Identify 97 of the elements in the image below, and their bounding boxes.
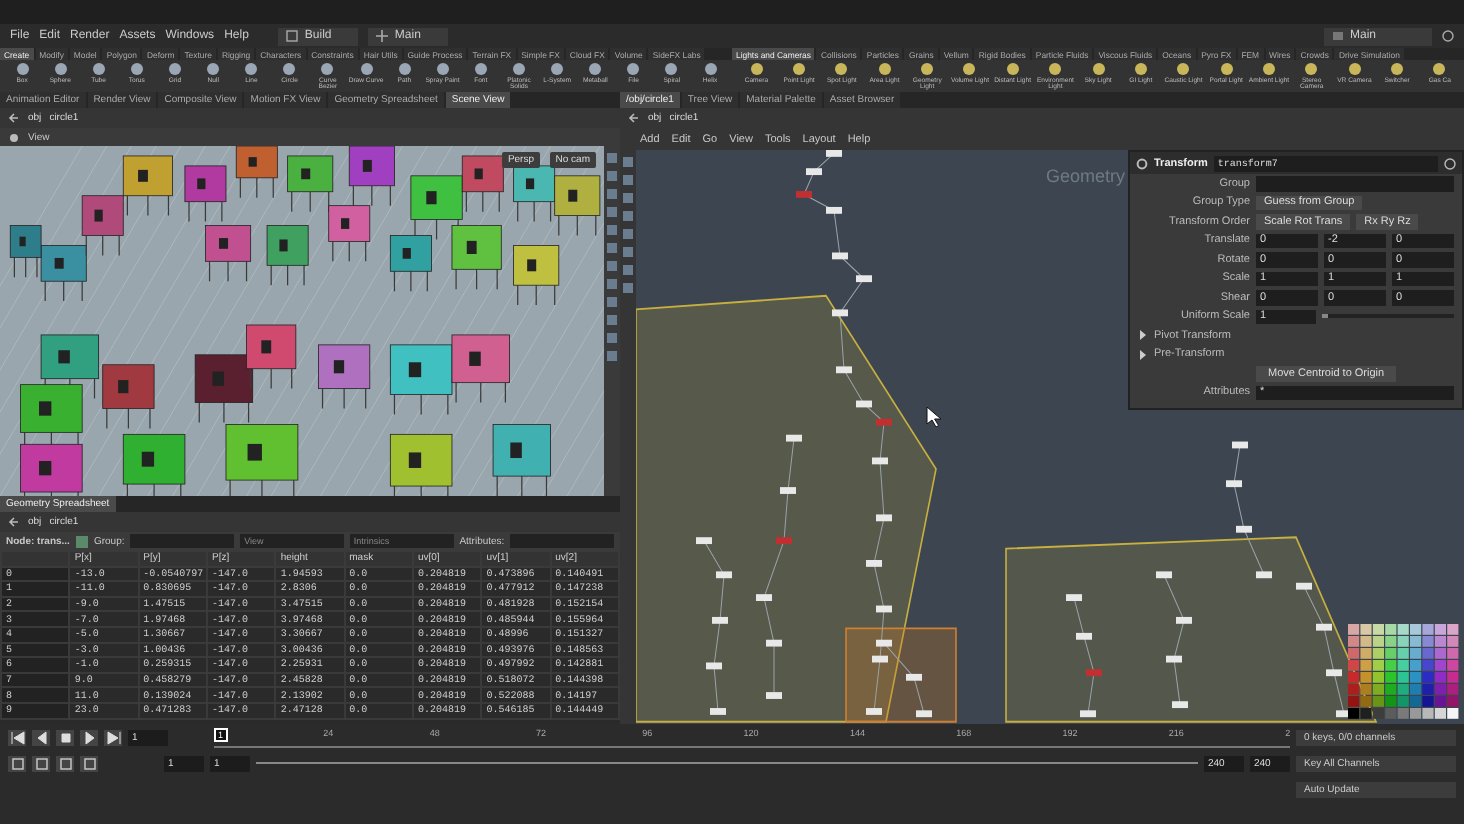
tool-square-icon xyxy=(622,264,634,276)
skip-to-end-button[interactable] xyxy=(104,729,122,745)
ball-icon xyxy=(962,62,977,76)
network-box[interactable] xyxy=(636,294,937,723)
tool-square-icon xyxy=(622,282,634,294)
node-chain[interactable] xyxy=(876,639,932,718)
ball-icon xyxy=(749,62,764,76)
ball-icon xyxy=(1048,62,1063,76)
help-icon xyxy=(1442,30,1454,42)
tool-square-icon xyxy=(622,174,634,186)
crosshair-icon xyxy=(376,30,389,42)
ball-icon xyxy=(1304,62,1319,76)
tool-square-icon xyxy=(622,192,634,204)
ball-icon xyxy=(1432,62,1447,76)
step-back-icon xyxy=(33,729,49,745)
tool-square-icon xyxy=(606,332,618,344)
back-arrow-icon xyxy=(8,516,20,528)
ball-icon xyxy=(1005,62,1020,76)
stop-button[interactable] xyxy=(56,729,74,745)
ball-icon xyxy=(435,62,450,76)
node-chain[interactable] xyxy=(1156,571,1192,709)
ball-icon xyxy=(1176,62,1191,76)
ball-icon xyxy=(167,62,182,76)
color-palette-drawing xyxy=(1348,624,1460,720)
ball-icon xyxy=(91,62,106,76)
ball-icon xyxy=(1133,62,1148,76)
ball-icon xyxy=(664,62,679,76)
skip-to-start-icon xyxy=(9,729,25,745)
back-arrow-icon xyxy=(8,112,20,124)
ball-icon xyxy=(920,62,935,76)
ball-icon xyxy=(550,62,565,76)
ball-icon xyxy=(511,62,526,76)
square-icon xyxy=(59,757,71,769)
help-icon xyxy=(1444,157,1456,169)
skip-to-start-button[interactable] xyxy=(8,729,26,745)
tool-square-icon xyxy=(606,278,618,290)
ball-icon xyxy=(397,62,412,76)
monitor-icon xyxy=(1332,30,1344,42)
ball-icon xyxy=(1390,62,1405,76)
ball-icon xyxy=(703,62,718,76)
square-icon xyxy=(35,757,47,769)
ball-icon xyxy=(282,62,297,76)
node-chain[interactable] xyxy=(1066,594,1102,718)
tool-square-icon xyxy=(622,228,634,240)
tool-square-icon xyxy=(606,314,618,326)
node-chain[interactable] xyxy=(1296,582,1352,718)
ball-icon xyxy=(53,62,68,76)
node-chain[interactable] xyxy=(1226,441,1272,579)
tool-square-icon xyxy=(622,156,634,168)
step-back-button[interactable] xyxy=(32,729,50,745)
tool-square-icon xyxy=(606,188,618,200)
ball-icon xyxy=(1219,62,1234,76)
square-icon xyxy=(11,757,23,769)
tool-square-icon xyxy=(606,152,618,164)
play-button[interactable] xyxy=(80,729,98,745)
network-box[interactable] xyxy=(845,627,957,723)
points-mode-icon xyxy=(75,535,88,547)
ball-icon xyxy=(834,62,849,76)
ball-icon xyxy=(15,62,30,76)
ball-icon xyxy=(320,62,335,76)
back-arrow-icon xyxy=(628,112,640,124)
tool-square-icon xyxy=(606,206,618,218)
square-icon xyxy=(83,757,95,769)
node-chain[interactable] xyxy=(756,434,802,699)
ball-icon xyxy=(129,62,144,76)
desktop-icon xyxy=(286,30,299,42)
tool-square-icon xyxy=(606,170,618,182)
ball-icon xyxy=(244,62,259,76)
skip-to-end-icon xyxy=(105,729,121,745)
gear-icon xyxy=(1136,157,1148,169)
ball-icon xyxy=(877,62,892,76)
ball-icon xyxy=(588,62,603,76)
eye-icon xyxy=(8,131,20,143)
node-chain[interactable] xyxy=(696,537,732,715)
tool-square-icon xyxy=(606,260,618,272)
stop-icon xyxy=(57,729,73,745)
ball-icon xyxy=(359,62,374,76)
ball-icon xyxy=(1347,62,1362,76)
ball-icon xyxy=(626,62,641,76)
tool-square-icon xyxy=(622,210,634,222)
tool-square-icon xyxy=(606,350,618,362)
play-icon xyxy=(81,729,97,745)
ball-icon xyxy=(1261,62,1276,76)
ball-icon xyxy=(206,62,221,76)
group-field[interactable] xyxy=(130,534,235,548)
node-chain[interactable] xyxy=(796,150,892,715)
cursor-arrow-icon xyxy=(926,406,942,428)
ball-icon xyxy=(473,62,488,76)
slider-fill[interactable] xyxy=(1322,314,1329,319)
ball-icon xyxy=(1091,62,1106,76)
tool-square-icon xyxy=(606,224,618,236)
text-field[interactable] xyxy=(1256,176,1454,191)
ball-icon xyxy=(792,62,807,76)
tool-square-icon xyxy=(606,242,618,254)
tool-square-icon xyxy=(606,296,618,308)
tool-square-icon xyxy=(622,246,634,258)
attributes-field[interactable] xyxy=(510,534,615,548)
